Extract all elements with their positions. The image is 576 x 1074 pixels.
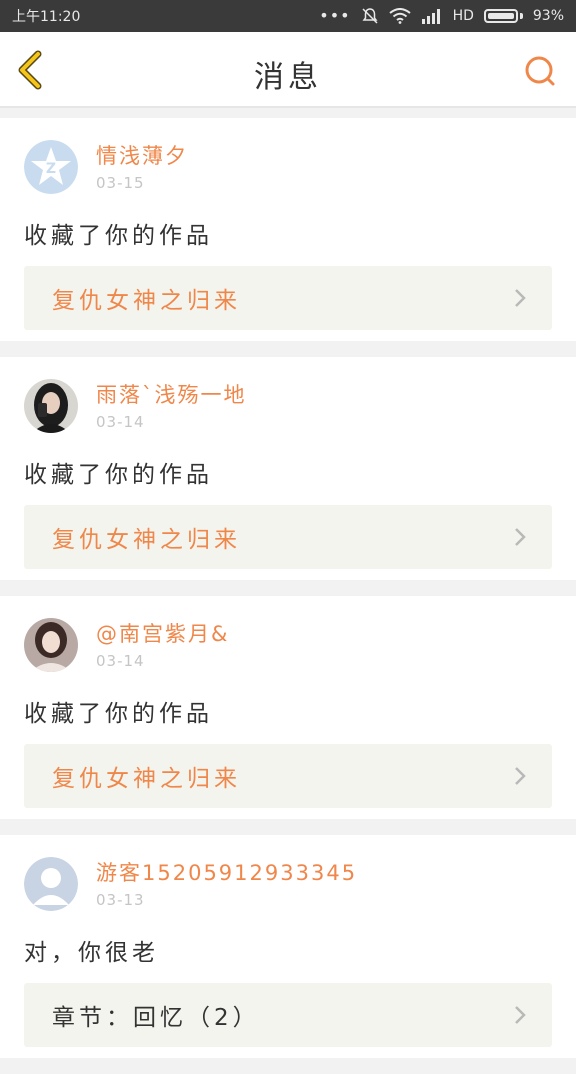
work-link[interactable]: 复仇女神之归来 [24, 744, 552, 808]
svg-text:Z: Z [46, 161, 56, 177]
search-icon[interactable] [522, 54, 558, 90]
message-card: Z 情浅薄夕 03-15 收藏了你的作品 复仇女神之归来 [0, 118, 576, 341]
message-list: Z 情浅薄夕 03-15 收藏了你的作品 复仇女神之归来 雨落`浅殇一地 03-… [0, 118, 576, 1074]
wifi-icon [388, 8, 411, 24]
battery-tip [519, 13, 523, 19]
top-bar: 消息 [0, 32, 576, 108]
qq-star-avatar-icon[interactable]: Z [24, 140, 78, 194]
battery-icon [483, 9, 518, 23]
work-link[interactable]: 章节：回忆（2） [24, 983, 552, 1047]
signal-icon [421, 9, 440, 24]
message-text: 收藏了你的作品 [24, 462, 213, 488]
battery-level: 93% [532, 8, 564, 24]
username[interactable]: 雨落`浅殇一地 [96, 379, 247, 409]
status-time: 上午11:20 [12, 9, 81, 25]
status-bar: 上午11:20 ••• HD 93% [0, 0, 576, 32]
message-text: 对，你很老 [24, 940, 159, 966]
message-text: 收藏了你的作品 [24, 223, 213, 249]
message-date: 03-14 [96, 413, 145, 431]
work-title: 章节：回忆（2） [52, 1005, 260, 1031]
username[interactable]: @南宫紫月& [96, 618, 229, 648]
user-photo-avatar[interactable] [24, 379, 78, 433]
work-title: 复仇女神之归来 [52, 766, 241, 792]
message-text: 收藏了你的作品 [24, 701, 213, 727]
message-date: 03-15 [96, 174, 145, 192]
message-card: 雨落`浅殇一地 03-14 收藏了你的作品 复仇女神之归来 [0, 357, 576, 580]
chevron-right-icon [515, 767, 526, 785]
message-card: 游客15205912933345 03-13 对，你很老 章节：回忆（2） [0, 835, 576, 1058]
default-person-avatar-icon[interactable] [24, 857, 78, 911]
work-title: 复仇女神之归来 [52, 527, 241, 553]
work-link[interactable]: 复仇女神之归来 [24, 505, 552, 569]
user-photo-avatar[interactable] [24, 618, 78, 672]
message-date: 03-14 [96, 652, 145, 670]
chevron-right-icon [515, 289, 526, 307]
message-card: @南宫紫月& 03-14 收藏了你的作品 复仇女神之归来 [0, 596, 576, 819]
message-date: 03-13 [96, 891, 145, 909]
chevron-right-icon [515, 1006, 526, 1024]
page-title: 消息 [254, 60, 322, 95]
mute-bell-icon [362, 8, 378, 24]
network-type: HD [452, 8, 474, 24]
username[interactable]: 游客15205912933345 [96, 857, 357, 887]
chevron-right-icon [515, 528, 526, 546]
work-title: 复仇女神之归来 [52, 288, 241, 314]
more-dots-icon: ••• [319, 6, 351, 25]
username[interactable]: 情浅薄夕 [96, 140, 188, 170]
work-link[interactable]: 复仇女神之归来 [24, 266, 552, 330]
